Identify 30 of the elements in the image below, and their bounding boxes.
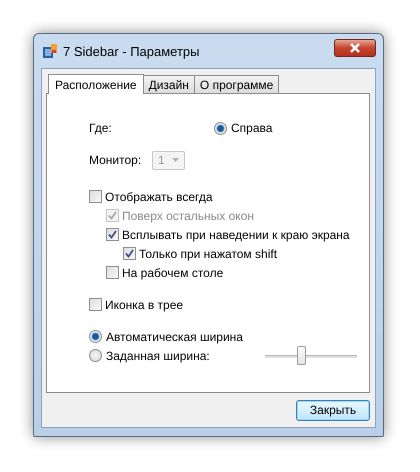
radio-label: Заданная ширина: xyxy=(106,348,210,362)
radio-button[interactable] xyxy=(89,349,102,362)
tab[interactable]: Дизайн xyxy=(142,75,195,93)
checkbox-label: Отображать всегда xyxy=(105,190,213,204)
checkbox-label: Всплывать при наведении к краю экрана xyxy=(122,228,350,242)
checkbox[interactable] xyxy=(89,298,102,311)
radio-button[interactable] xyxy=(214,122,227,134)
checkbox[interactable] xyxy=(106,266,119,279)
position-label: Где: xyxy=(89,121,113,135)
tab[interactable]: Расположение xyxy=(48,74,144,94)
checkbox-label: Только при нажатом shift xyxy=(139,246,278,260)
checkbox[interactable] xyxy=(123,247,136,260)
radio-label: Справа xyxy=(231,121,272,135)
close-icon xyxy=(349,43,361,53)
radio-button[interactable] xyxy=(89,330,102,343)
width-slider[interactable] xyxy=(264,346,357,366)
monitor-label: Монитор: xyxy=(89,153,142,167)
window-title: 7 Sidebar - Параметры xyxy=(63,44,200,58)
checkbox-label: Иконка в трее xyxy=(105,298,184,312)
checkbox-label: На рабочем столе xyxy=(122,266,224,280)
close-button[interactable] xyxy=(334,39,376,57)
app-icon xyxy=(42,43,58,59)
checkbox[interactable] xyxy=(89,190,102,203)
close-dialog-button[interactable]: Закрыть xyxy=(296,400,370,420)
radio-label: Автоматическая ширина xyxy=(106,330,243,344)
slider-thumb[interactable] xyxy=(296,346,306,364)
checkbox-label: Поверх остальных окон xyxy=(122,208,254,222)
tab[interactable]: О программе xyxy=(194,75,280,93)
caret-icon xyxy=(172,158,179,162)
checkbox[interactable] xyxy=(106,228,119,241)
